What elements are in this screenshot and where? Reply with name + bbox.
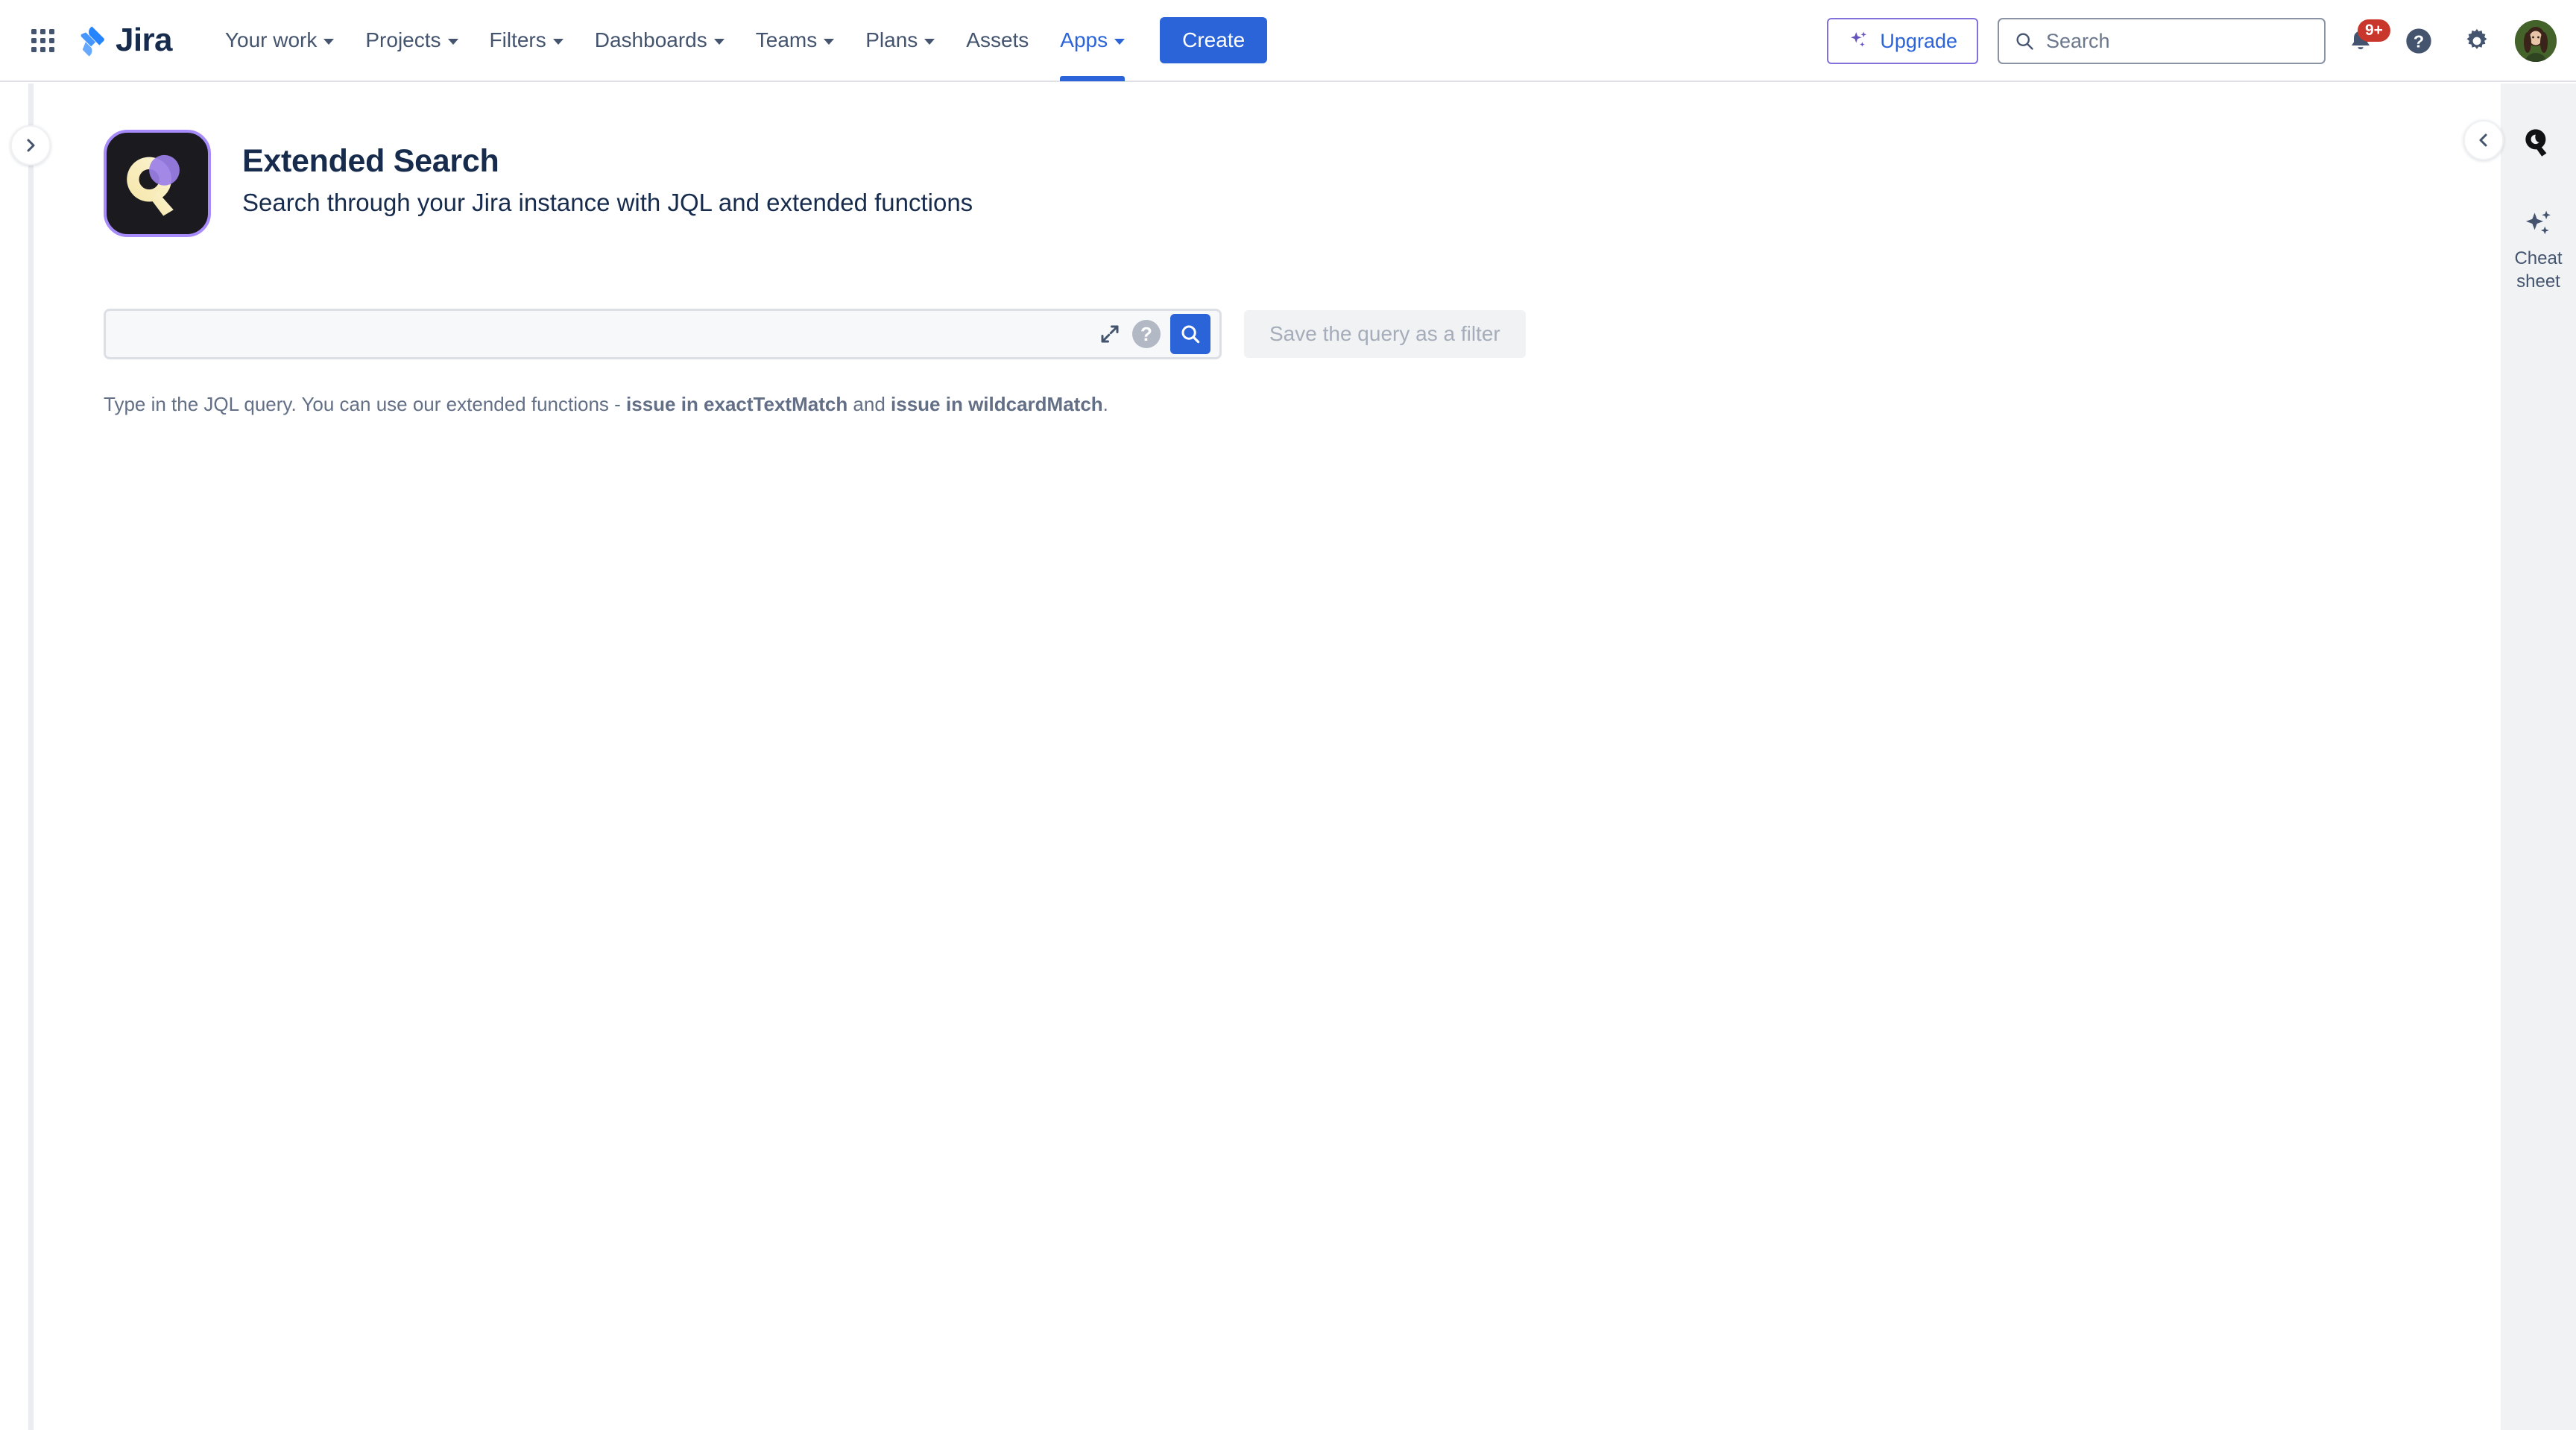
nav-item-your-work[interactable]: Your work bbox=[209, 0, 350, 81]
rail-item-cheat-sheet[interactable]: Cheat sheet bbox=[2501, 207, 2576, 293]
page-title: Extended Search bbox=[242, 143, 499, 179]
nav-item-teams[interactable]: Teams bbox=[740, 0, 850, 81]
chevron-down-icon bbox=[323, 38, 335, 45]
rail-app-logo-button[interactable] bbox=[2519, 123, 2558, 166]
jira-wordmark: Jira bbox=[116, 22, 172, 58]
nav-item-label: Dashboards bbox=[594, 28, 707, 51]
extended-search-q-icon bbox=[2525, 129, 2546, 157]
nav-item-label: Teams bbox=[755, 28, 818, 51]
question-circle-icon: ? bbox=[2406, 28, 2431, 54]
chevron-left-icon bbox=[2479, 133, 2487, 147]
nav-item-label: Plans bbox=[865, 28, 918, 51]
save-query-as-filter-button[interactable]: Save the query as a filter bbox=[1244, 310, 1526, 358]
hint-function-1: issue in exactTextMatch bbox=[626, 393, 848, 415]
rail-label-line1: Cheat bbox=[2514, 248, 2563, 268]
chevron-down-icon bbox=[447, 38, 458, 45]
nav-left-group: Jira Your work Projects Filters Dashboar… bbox=[0, 0, 1268, 81]
upgrade-button[interactable]: Upgrade bbox=[1827, 18, 1978, 64]
top-navigation-bar: Jira Your work Projects Filters Dashboar… bbox=[0, 0, 2576, 82]
chevron-down-icon bbox=[924, 38, 935, 45]
svg-text:?: ? bbox=[2414, 31, 2424, 51]
hint-prefix: Type in the JQL query. You can use our e… bbox=[104, 393, 627, 415]
search-icon bbox=[2016, 33, 2033, 50]
collapse-rail-button[interactable] bbox=[2463, 120, 2504, 160]
notifications-badge: 9+ bbox=[2358, 19, 2390, 42]
jql-hint-text: Type in the JQL query. You can use our e… bbox=[104, 391, 2501, 418]
nav-item-assets[interactable]: Assets bbox=[950, 0, 1044, 81]
chevron-down-icon bbox=[552, 38, 564, 45]
nav-item-label: Projects bbox=[365, 28, 441, 51]
query-row: ? Save the query as a filter bbox=[104, 309, 2501, 359]
run-search-button[interactable] bbox=[1170, 314, 1210, 354]
help-button[interactable]: ? bbox=[2396, 18, 2442, 64]
search-icon bbox=[1181, 325, 1200, 344]
chevron-down-icon bbox=[824, 38, 835, 45]
hint-middle: and bbox=[847, 393, 891, 415]
jql-query-field[interactable]: ? bbox=[104, 309, 1222, 359]
search-input[interactable]: Search bbox=[2046, 30, 2110, 53]
main-content: Extended Search Search through your Jira… bbox=[34, 84, 2501, 1430]
nav-item-label: Your work bbox=[224, 28, 318, 51]
avatar[interactable] bbox=[2515, 20, 2557, 62]
primary-nav-items: Your work Projects Filters Dashboards Te… bbox=[209, 0, 1140, 81]
app-switcher-button[interactable] bbox=[19, 17, 66, 63]
nav-right-group: Upgrade Search 9+ ? bbox=[1827, 0, 2557, 82]
hint-function-2: issue in wildcardMatch bbox=[891, 393, 1103, 415]
nav-item-label: Assets bbox=[966, 28, 1029, 51]
upgrade-label: Upgrade bbox=[1880, 29, 1957, 52]
sparkles-icon bbox=[1851, 31, 1867, 47]
gear-icon bbox=[2466, 28, 2487, 49]
chevron-down-icon bbox=[1114, 38, 1126, 45]
nav-item-plans[interactable]: Plans bbox=[850, 0, 950, 81]
sparkles-icon bbox=[2525, 210, 2551, 235]
jql-help-icon[interactable]: ? bbox=[1132, 320, 1161, 348]
rail-item-label: Cheat sheet bbox=[2514, 247, 2562, 293]
create-button[interactable]: Create bbox=[1160, 17, 1268, 63]
grid-apps-icon bbox=[31, 28, 54, 52]
app-header: Extended Search Search through your Jira… bbox=[34, 84, 2501, 237]
notifications-button[interactable]: 9+ bbox=[2337, 18, 2390, 64]
rail-label-line2: sheet bbox=[2516, 271, 2560, 292]
user-avatar-image bbox=[2515, 20, 2557, 62]
nav-item-filters[interactable]: Filters bbox=[474, 0, 579, 81]
jql-search-input[interactable] bbox=[122, 322, 1097, 346]
app-title-block: Extended Search Search through your Jira… bbox=[242, 130, 973, 219]
nav-item-projects[interactable]: Projects bbox=[350, 0, 473, 81]
hint-suffix: . bbox=[1102, 393, 1108, 415]
global-search-box[interactable]: Search bbox=[1998, 18, 2326, 64]
right-side-rail: Cheat sheet bbox=[2463, 84, 2576, 1430]
settings-button[interactable] bbox=[2454, 18, 2500, 64]
jira-logo-icon bbox=[76, 24, 109, 57]
jql-field-tools: ? bbox=[1097, 314, 1210, 354]
page-subtitle: Search through your Jira instance with J… bbox=[242, 189, 973, 217]
expand-arrows-icon[interactable] bbox=[1097, 321, 1123, 347]
extended-search-logo-icon bbox=[104, 130, 211, 237]
nav-item-label: Apps bbox=[1060, 28, 1108, 51]
nav-item-apps[interactable]: Apps bbox=[1044, 0, 1140, 81]
chevron-right-icon bbox=[27, 139, 35, 152]
nav-item-label: Filters bbox=[489, 28, 546, 51]
jira-home-logo[interactable]: Jira bbox=[76, 24, 172, 57]
left-panel-divider bbox=[28, 84, 34, 1430]
nav-item-dashboards[interactable]: Dashboards bbox=[579, 0, 740, 81]
expand-sidebar-button[interactable] bbox=[10, 125, 51, 166]
chevron-down-icon bbox=[713, 38, 724, 45]
